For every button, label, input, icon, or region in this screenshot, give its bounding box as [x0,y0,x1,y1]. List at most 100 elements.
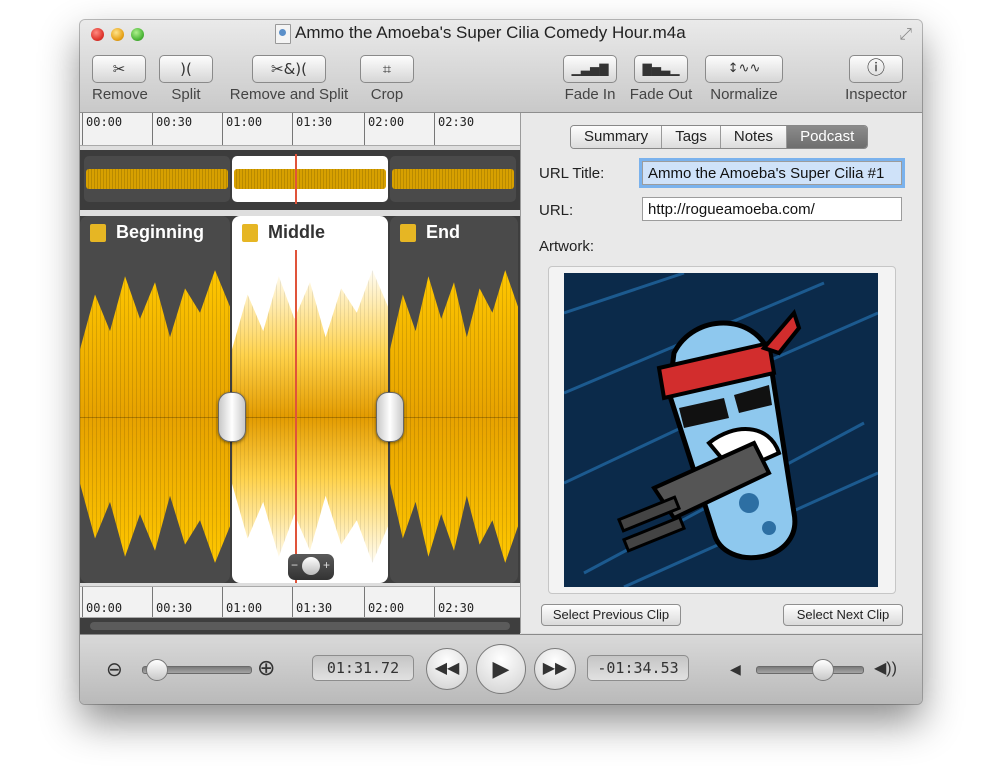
select-next-clip-button[interactable]: Select Next Clip [783,604,903,626]
volume-slider-knob[interactable] [811,659,834,681]
normalize-tool[interactable]: ↕∿∿ Normalize [704,55,784,103]
url-title-label: URL Title: [539,165,605,182]
inspector-panel: Summary Tags Notes Podcast URL Title: Am… [520,113,922,633]
artwork-well[interactable] [548,266,896,594]
fade-in-icon[interactable]: ▁▃▅▇ [563,55,617,83]
volume-high-icon: ◀)) [874,660,897,677]
inspector-label: Inspector [845,86,907,103]
fade-out-tool[interactable]: ▇▅▃▁ Fade Out [628,55,694,103]
tab-notes[interactable]: Notes [720,126,788,148]
remove-and-split-icon[interactable]: ✂&)( [252,55,326,83]
overview-clip-end[interactable] [390,156,516,202]
crop-label: Crop [370,86,404,103]
overview-clip-middle[interactable] [232,156,388,202]
ruler-tick: 01:30 [296,601,333,615]
document-icon [275,24,291,44]
top-time-ruler[interactable]: 00:00 00:30 01:00 01:30 02:00 02:30 [80,113,520,146]
inspector-tool[interactable]: ⓘ Inspector [840,55,912,103]
url-title-field[interactable]: Ammo the Amoeba's Super Cilia #1 [642,161,902,185]
clip-header[interactable]: Beginning [80,216,230,250]
transport-bar: ⊖ ⊕ 01:31.72 ◀◀ ▶ ▶▶ -01:34.53 ◀ ◀)) [80,634,922,704]
fullscreen-icon[interactable]: ⤢ [899,26,912,44]
waveform-editor[interactable]: Beginning Middle End [80,216,520,583]
normalize-icon[interactable]: ↕∿∿ [705,55,783,83]
clip-beginning[interactable]: Beginning [80,216,230,583]
artwork-label: Artwork: [539,238,595,255]
inspector-tabs: Summary Tags Notes Podcast [570,125,869,149]
url-field[interactable]: http://rogueamoeba.com/ [642,197,902,221]
close-window-button[interactable] [91,28,104,41]
clip-name: End [426,222,460,242]
tab-summary[interactable]: Summary [571,126,663,148]
tab-podcast[interactable]: Podcast [787,126,868,148]
window-title: Ammo the Amoeba's Super Cilia Comedy Hou… [295,23,686,42]
remove-and-split-label: Remove and Split [229,86,349,103]
crop-icon[interactable]: ⌗ [360,55,414,83]
select-previous-clip-button[interactable]: Select Previous Clip [541,604,681,626]
fade-out-label: Fade Out [629,86,693,103]
fade-in-label: Fade In [564,86,616,103]
tab-tags[interactable]: Tags [662,126,721,148]
elapsed-time-display: 01:31.72 [312,655,414,681]
ruler-tick: 00:00 [86,115,123,129]
zoom-slider-knob[interactable] [146,659,169,681]
clip-header[interactable]: Middle [232,216,388,250]
podcast-artwork-image [564,273,878,587]
volume-low-icon: ◀ [730,661,741,677]
normalize-label: Normalize [710,86,778,103]
ruler-tick: 02:00 [368,601,405,615]
split-handle-right[interactable] [376,392,404,442]
bottom-time-ruler[interactable]: 00:00 00:30 01:00 01:30 02:00 02:30 [80,586,520,618]
ruler-tick: 02:00 [368,115,405,129]
ruler-tick: 00:00 [86,601,123,615]
split-icon[interactable]: )( [159,55,213,83]
ruler-tick: 01:30 [296,115,333,129]
overview-waveform[interactable] [80,150,520,210]
audio-file-icon [90,224,106,242]
volume-slider[interactable] [756,666,864,674]
split-handle-left[interactable] [218,392,246,442]
clip-name: Beginning [116,222,204,242]
split-label: Split [171,86,201,103]
app-window: Ammo the Amoeba's Super Cilia Comedy Hou… [80,20,922,704]
ruler-tick: 02:30 [438,115,475,129]
crop-tool[interactable]: ⌗ Crop [360,55,414,103]
minimize-window-button[interactable] [111,28,124,41]
clip-header[interactable]: End [390,216,518,250]
fade-out-icon[interactable]: ▇▅▃▁ [634,55,688,83]
overview-clip-beginning[interactable] [84,156,230,202]
title-bar: Ammo the Amoeba's Super Cilia Comedy Hou… [80,20,922,113]
clip-waveform[interactable] [80,250,230,583]
overview-playhead[interactable] [295,154,297,204]
clip-waveform[interactable] [390,250,518,583]
clip-gain-knob[interactable]: − + [288,554,334,580]
remove-tool[interactable]: ✂ Remove [92,55,148,103]
ruler-tick: 02:30 [438,601,475,615]
remove-and-split-tool[interactable]: ✂&)( Remove and Split [226,55,352,103]
clip-waveform[interactable] [232,250,388,583]
ruler-tick: 00:30 [156,601,193,615]
ruler-tick: 01:00 [226,115,263,129]
playhead[interactable] [295,250,297,583]
horizontal-scrollbar[interactable] [80,618,520,634]
scissors-icon[interactable]: ✂ [92,55,146,83]
audio-file-icon [242,224,258,242]
clip-middle[interactable]: Middle [232,216,388,583]
ruler-tick: 01:00 [226,601,263,615]
ruler-tick: 00:30 [156,115,193,129]
split-tool[interactable]: )( Split [159,55,213,103]
play-button[interactable]: ▶ [476,644,526,694]
zoom-out-icon[interactable]: ⊖ [106,657,123,682]
scrollbar-track[interactable] [90,622,510,630]
audio-file-icon [400,224,416,242]
fade-in-tool[interactable]: ▁▃▅▇ Fade In [560,55,620,103]
clip-name: Middle [268,222,325,242]
zoom-window-button[interactable] [131,28,144,41]
clip-end[interactable]: End [390,216,518,583]
info-icon[interactable]: ⓘ [849,55,903,83]
fast-forward-button[interactable]: ▶▶ [534,648,576,690]
zoom-in-icon[interactable]: ⊕ [257,655,275,681]
rewind-button[interactable]: ◀◀ [426,648,468,690]
remove-label: Remove [92,86,148,103]
remaining-time-display: -01:34.53 [587,655,689,681]
